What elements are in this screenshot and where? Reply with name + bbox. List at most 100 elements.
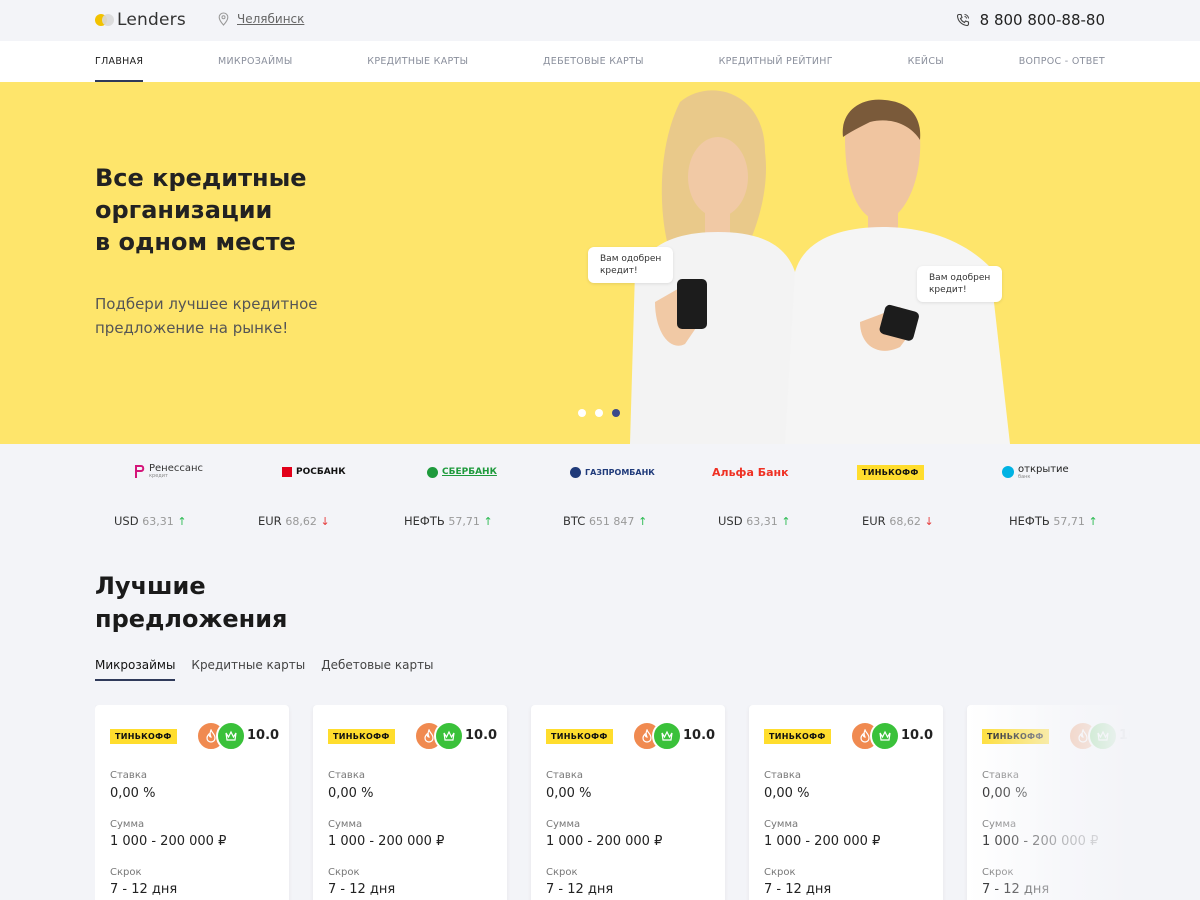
- card-term-label: Скрок: [328, 867, 360, 878]
- hero-subtitle: Подбери лучшее кредитное предложение на …: [95, 295, 318, 337]
- card-bank-logo: ТИНЬКОФФ: [110, 729, 177, 744]
- card-term-label: Скрок: [546, 867, 578, 878]
- map-pin-icon: [218, 12, 229, 26]
- card-badges: [196, 721, 246, 751]
- logo[interactable]: Lenders: [95, 10, 186, 30]
- bank-logo-sberbank[interactable]: СБЕРБАНК: [427, 462, 497, 482]
- crown-icon: [879, 730, 891, 741]
- card-sum-label: Сумма: [982, 819, 1017, 830]
- rate-item: USD 63,31 ↑: [114, 514, 187, 528]
- card-sum-label: Сумма: [110, 819, 145, 830]
- card-rate-label: Ставка: [328, 770, 365, 781]
- nav-item-credit-rating[interactable]: КРЕДИТНЫЙ РЕЙТИНГ: [719, 41, 833, 82]
- bank-logo-rosbank[interactable]: РОСБАНК: [282, 462, 346, 482]
- bank-logo-otkritie[interactable]: открытие банк: [1002, 462, 1069, 482]
- nav-item-debit-cards[interactable]: ДЕБЕТОВЫЕ КАРТЫ: [543, 41, 644, 82]
- phone-contact[interactable]: 8 800 800-88-80: [956, 11, 1105, 29]
- tab-microloans[interactable]: Микрозаймы: [95, 658, 176, 681]
- bank-logos-row: Ренессанс кредит РОСБАНК СБЕРБАНК ГАЗПРО…: [0, 444, 1200, 504]
- bank-logo-gazprombank[interactable]: ГАЗПРОМБАНК: [570, 462, 655, 482]
- bank-logo-tinkoff[interactable]: ТИНЬКОФФ: [857, 462, 924, 482]
- offers-section-title: Лучшие предложения: [95, 572, 288, 633]
- nav-item-faq[interactable]: ВОПРОС - ОТВЕТ: [1019, 41, 1105, 82]
- rate-item: НЕФТЬ 57,71 ↑: [1009, 514, 1098, 528]
- approval-bubble-right: Вам одобрен кредит!: [917, 266, 1003, 302]
- offer-card[interactable]: ТИНЬКОФФ 10.0 Ставка 0,00 % Сумма 1 000 - 200…: [749, 705, 943, 900]
- city-name[interactable]: Челябинск: [237, 12, 304, 26]
- card-bank-logo: ТИНЬКОФФ: [764, 729, 831, 744]
- card-term-value: 7 - 12 дня: [110, 882, 178, 897]
- bank-logo-alfa[interactable]: Альфа Банк: [712, 462, 789, 482]
- card-badges: [414, 721, 464, 751]
- crown-icon: [443, 730, 455, 741]
- crown-badge: [434, 721, 464, 751]
- city-selector[interactable]: Челябинск: [218, 12, 304, 26]
- offer-card[interactable]: ТИНЬКОФФ 10.0 Ставка 0,00 % Сумма 1 000 - 200…: [967, 705, 1161, 900]
- arrow-down-icon: ↓: [320, 515, 330, 528]
- card-term-label: Скрок: [110, 867, 142, 878]
- card-bank-logo: ТИНЬКОФФ: [546, 729, 613, 744]
- rate-item: НЕФТЬ 57,71 ↑: [404, 514, 493, 528]
- crown-icon: [1097, 730, 1109, 741]
- offer-card[interactable]: ТИНЬКОФФ 10.0 Ставка 0,00 % Сумма 1 000 - 200…: [95, 705, 289, 900]
- card-sum-value: 1 000 - 200 000 ₽: [546, 834, 663, 849]
- rosbank-icon: [282, 467, 292, 477]
- main-navigation: ГЛАВНАЯ МИКРОЗАЙМЫ КРЕДИТНЫЕ КАРТЫ ДЕБЕТ…: [0, 41, 1200, 82]
- crown-badge: [1088, 721, 1118, 751]
- offers-tabs: Микрозаймы Кредитные карты Дебетовые кар…: [95, 658, 434, 681]
- card-badges: [1068, 721, 1118, 751]
- crown-icon: [225, 730, 237, 741]
- sberbank-icon: [427, 466, 438, 478]
- card-sum-label: Сумма: [546, 819, 581, 830]
- hero-title: Все кредитные организации в одном месте: [95, 164, 307, 256]
- slider-dot-2[interactable]: [595, 409, 603, 417]
- card-score: 10.0: [465, 728, 498, 743]
- crown-badge: [216, 721, 246, 751]
- card-score: 10.0: [1119, 728, 1152, 743]
- logo-mark: [95, 13, 115, 27]
- card-badges: [632, 721, 682, 751]
- top-bar: Lenders Челябинск 8 800 800-88-80: [0, 0, 1200, 41]
- hero-banner: Все кредитные организации в одном месте …: [0, 82, 1200, 444]
- phone-icon: [956, 13, 969, 27]
- card-rate-label: Ставка: [110, 770, 147, 781]
- card-sum-value: 1 000 - 200 000 ₽: [982, 834, 1099, 849]
- card-score: 10.0: [683, 728, 716, 743]
- card-term-value: 7 - 12 дня: [764, 882, 832, 897]
- card-term-label: Скрок: [764, 867, 796, 878]
- card-bank-logo: ТИНЬКОФФ: [982, 729, 1049, 744]
- crown-badge: [870, 721, 900, 751]
- card-term-value: 7 - 12 дня: [546, 882, 614, 897]
- crown-badge: [652, 721, 682, 751]
- card-term-value: 7 - 12 дня: [982, 882, 1050, 897]
- card-badges: [850, 721, 900, 751]
- rate-item: EUR 68,62 ↓: [862, 514, 934, 528]
- tab-credit-cards[interactable]: Кредитные карты: [191, 658, 305, 681]
- renaissance-icon: [135, 465, 145, 478]
- card-rate-value: 0,00 %: [110, 786, 156, 801]
- phone-number[interactable]: 8 800 800-88-80: [980, 11, 1105, 29]
- nav-item-home[interactable]: ГЛАВНАЯ: [95, 41, 144, 82]
- card-rate-label: Ставка: [546, 770, 583, 781]
- card-term-label: Скрок: [982, 867, 1014, 878]
- rate-item: BTC 651 847 ↑: [563, 514, 648, 528]
- arrow-down-icon: ↓: [924, 515, 934, 528]
- nav-item-credit-cards[interactable]: КРЕДИТНЫЕ КАРТЫ: [367, 41, 468, 82]
- offer-card[interactable]: ТИНЬКОФФ 10.0 Ставка 0,00 % Сумма 1 000 - 200…: [531, 705, 725, 900]
- tab-debit-cards[interactable]: Дебетовые карты: [321, 658, 433, 681]
- otkritie-icon: [1002, 466, 1014, 478]
- gazprombank-icon: [570, 466, 581, 478]
- nav-item-microloans[interactable]: МИКРОЗАЙМЫ: [218, 41, 293, 82]
- card-rate-value: 0,00 %: [982, 786, 1028, 801]
- nav-item-cases[interactable]: КЕЙСЫ: [908, 41, 944, 82]
- slider-dot-1[interactable]: [578, 409, 586, 417]
- card-sum-value: 1 000 - 200 000 ₽: [764, 834, 881, 849]
- crown-icon: [661, 730, 673, 741]
- card-bank-logo: ТИНЬКОФФ: [328, 729, 395, 744]
- bank-logo-renaissance[interactable]: Ренессанс кредит: [135, 462, 203, 482]
- rate-item: EUR 68,62 ↓: [258, 514, 330, 528]
- card-sum-label: Сумма: [764, 819, 799, 830]
- offer-cards: ТИНЬКОФФ 10.0 Ставка 0,00 % Сумма 1 000 - 200…: [95, 705, 1200, 900]
- offer-card[interactable]: ТИНЬКОФФ 10.0 Ставка 0,00 % Сумма 1 000 - 200…: [313, 705, 507, 900]
- slider-dot-3[interactable]: [612, 409, 620, 417]
